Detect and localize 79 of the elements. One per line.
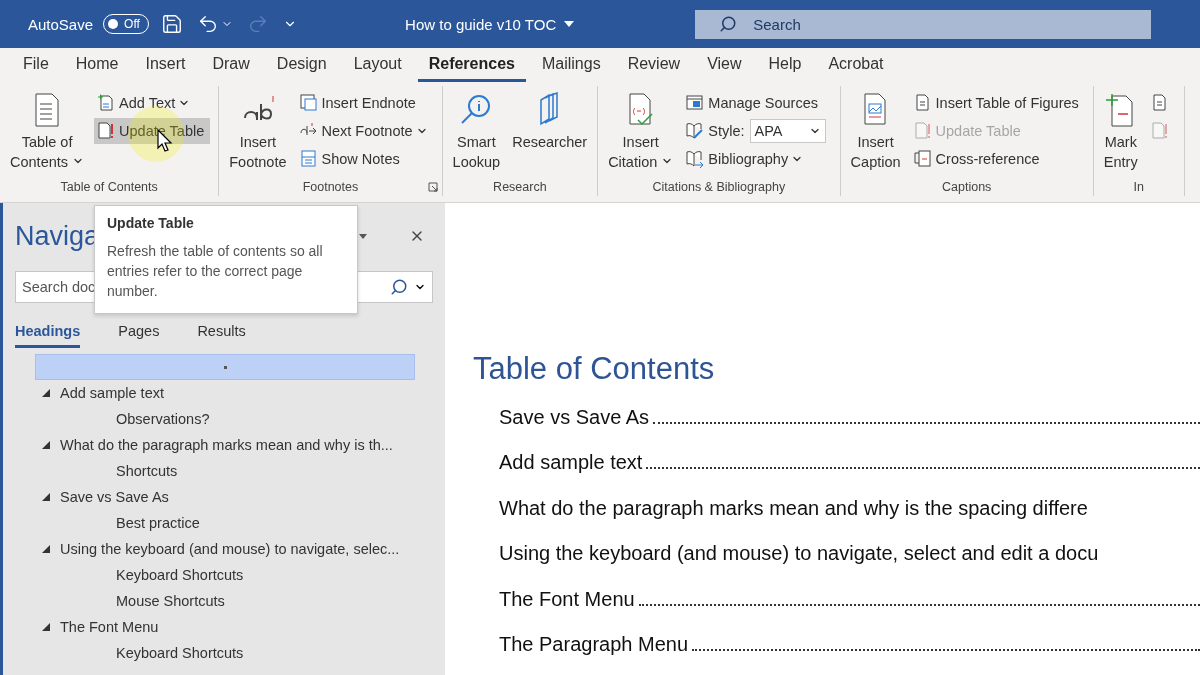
ribbon-button[interactable]: Mark Entry	[1101, 90, 1140, 180]
ribbon-button[interactable]: Style: APA	[683, 118, 832, 144]
toc-entry[interactable]: Add sample text	[499, 451, 643, 474]
ribbon-tab[interactable]: Layout	[342, 55, 413, 82]
ribbon-tab[interactable]: Insert	[134, 55, 197, 82]
ribbon-button[interactable]: Show Notes	[296, 146, 434, 172]
group-label: Captions	[942, 180, 992, 196]
search-icon	[390, 278, 408, 296]
pane-tab[interactable]: Pages	[118, 319, 160, 348]
ribbon-tab[interactable]: Home	[64, 55, 130, 82]
ribbon-button[interactable]: Insert Citation	[606, 90, 676, 180]
document-alert-icon	[912, 121, 933, 141]
heading-item[interactable]: Keyboard Shortcuts	[35, 562, 415, 588]
toc-entry[interactable]: Using the keyboard (and mouse) to navigate, select and edit a docu	[499, 542, 1099, 565]
collapse-icon[interactable]	[42, 623, 50, 631]
book-pen-icon	[685, 121, 706, 141]
toc-entry[interactable]: What do the paragraph marks mean and why is the spacing differe	[499, 496, 1088, 520]
heading-item[interactable]: Using the keyboard (and mouse) to navigate, selec...	[35, 536, 415, 562]
group-label: In	[1133, 180, 1144, 196]
ribbon-tab[interactable]: References	[417, 55, 526, 82]
collapse-icon[interactable]	[42, 545, 50, 553]
ribbon-button[interactable]: Insert Endnote	[296, 90, 434, 116]
group-label: Research	[493, 180, 547, 196]
style-select[interactable]: APA	[749, 119, 826, 143]
ribbon-tab[interactable]: Mailings	[530, 55, 612, 82]
endnote-icon	[298, 93, 319, 113]
group-label: Citations & Bibliography	[652, 180, 786, 196]
sources-icon	[685, 93, 706, 113]
collapse-icon[interactable]	[42, 441, 50, 449]
ribbon-tab[interactable]: Review	[616, 55, 692, 82]
document-title[interactable]: How to guide v10 TOC	[399, 14, 581, 34]
ribbon-button[interactable]: Insert Table of Figures	[910, 90, 1085, 116]
group-label: Footnotes	[302, 180, 359, 196]
ribbon-tab[interactable]: Acrobat	[817, 55, 895, 82]
book-arrow-icon	[685, 149, 706, 169]
toc-heading: Table of Contents	[473, 351, 716, 387]
heading-item[interactable]: Mouse Shortcuts	[35, 588, 415, 614]
group-label: Table of Contents	[60, 180, 158, 196]
dialog-launcher-icon[interactable]	[427, 182, 438, 192]
ribbon-button[interactable]: Table of Contents	[8, 90, 87, 180]
heading-item[interactable]: What do the paragraph marks mean and why is th...	[35, 432, 415, 458]
collapse-icon[interactable]	[42, 389, 50, 397]
ribbon-button[interactable]: Cross-reference	[910, 146, 1085, 172]
ribbon-button[interactable]: Insert Footnote	[227, 90, 289, 180]
document-alert-icon	[1149, 121, 1170, 141]
ribbon-button[interactable]: Insert Caption	[848, 90, 903, 180]
heading-item[interactable]: Save vs Save As	[35, 484, 415, 510]
ribbon-button[interactable]: Researcher	[510, 90, 590, 180]
notes-icon	[298, 149, 319, 169]
cross-reference-icon	[912, 149, 933, 169]
heading-item[interactable]: Shortcuts	[35, 458, 415, 484]
heading-item[interactable]: Add sample text	[35, 380, 415, 406]
search-input[interactable]: Search	[751, 14, 955, 34]
toc-entry[interactable]: Save vs Save As	[499, 405, 650, 429]
toc-entry[interactable]: The Font Menu	[499, 587, 635, 611]
ribbon-tab[interactable]: Design	[265, 55, 338, 82]
ribbon-button[interactable]: Next Footnote	[296, 118, 434, 144]
caret-icon	[564, 21, 575, 27]
ribbon-tab[interactable]: View	[696, 55, 753, 82]
ribbon-button[interactable]: Manage Sources	[683, 90, 832, 116]
autosave-label: AutoSave	[28, 15, 94, 33]
heading-item[interactable]: Keyboard Shortcuts	[35, 640, 415, 666]
heading-item[interactable]: Observations?	[35, 406, 415, 432]
ribbon-tab[interactable]: File	[12, 55, 60, 82]
ribbon-button[interactable]: Bibliography	[683, 146, 832, 172]
pane-tab[interactable]: Headings	[15, 319, 81, 348]
heading-item[interactable]: Best practice	[35, 510, 415, 536]
ribbon-tab[interactable]: Help	[757, 55, 813, 82]
caret-icon[interactable]	[359, 233, 367, 239]
pane-tab[interactable]: Results	[197, 319, 246, 348]
search-icon	[719, 15, 738, 33]
tooltip-title: Update Table	[107, 215, 195, 231]
search-box[interactable]: Search	[695, 9, 1152, 39]
ribbon-tab[interactable]: Draw	[201, 55, 261, 82]
collapse-icon[interactable]	[42, 493, 50, 501]
toc-entry[interactable]: The Paragraph Menu	[499, 633, 688, 656]
ribbon-button[interactable]: Add Text	[94, 90, 211, 116]
ribbon-button[interactable]: Smart Lookup	[450, 90, 503, 180]
heading-item[interactable]: The Font Menu	[35, 614, 415, 640]
